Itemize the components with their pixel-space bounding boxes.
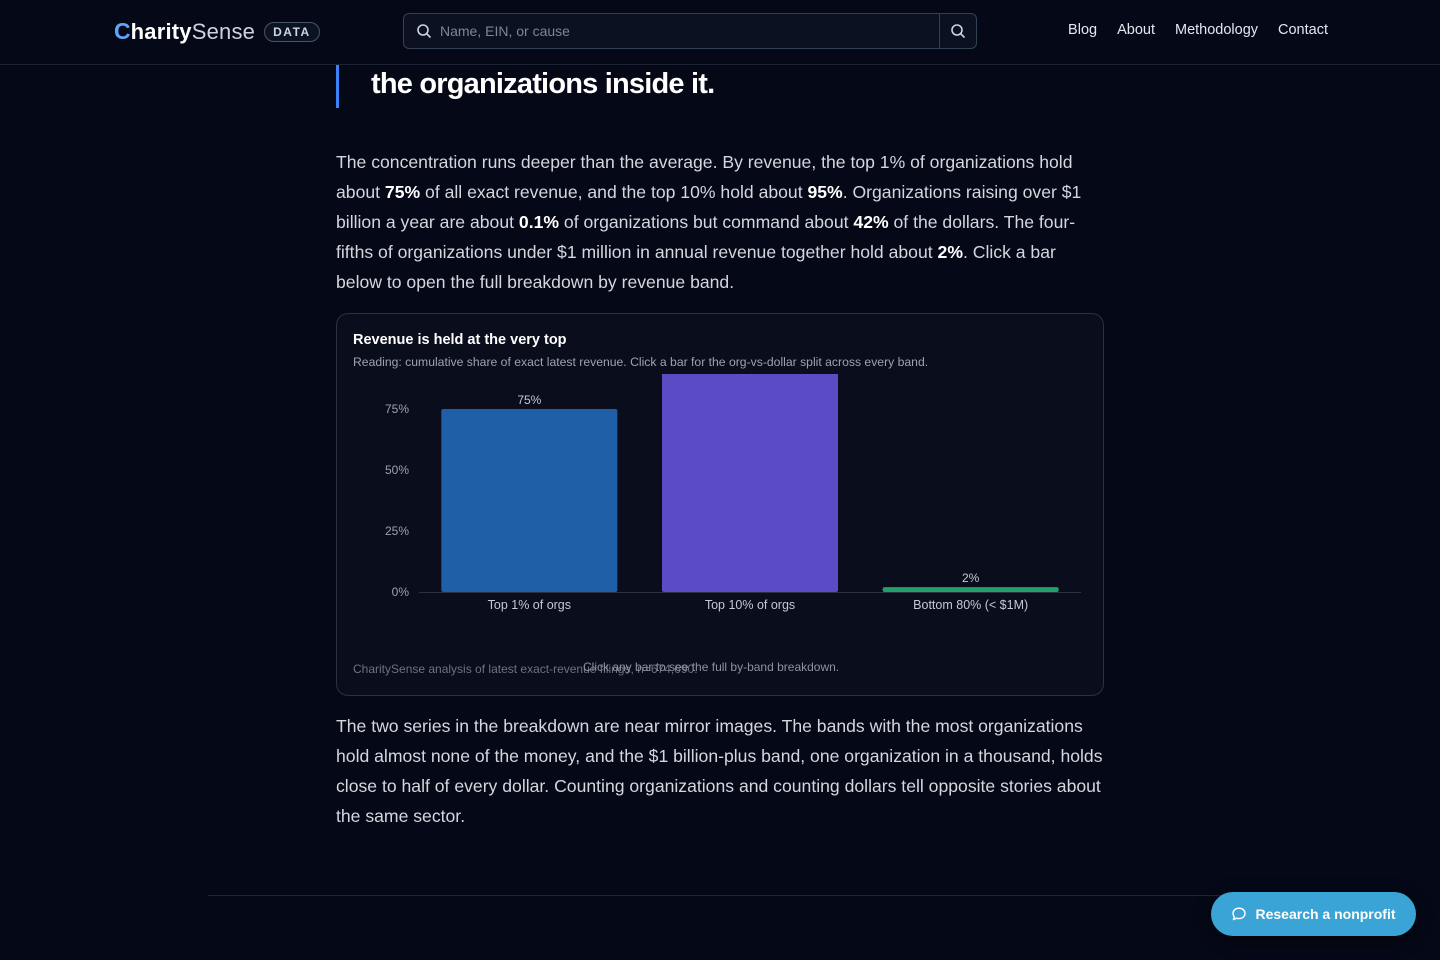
research-nonprofit-label: Research a nonprofit: [1255, 906, 1396, 922]
x-category-label: Top 1% of orgs: [488, 598, 571, 612]
search-submit-icon: [951, 24, 965, 38]
brand-name-bold: harity: [130, 18, 192, 44]
article-paragraph-concentration: The concentration runs deeper than the a…: [336, 147, 1106, 297]
nav-link-about[interactable]: About: [1117, 22, 1155, 38]
nav-link-blog[interactable]: Blog: [1068, 22, 1097, 38]
brand-wordmark: haritySense: [131, 19, 256, 45]
nav-link-methodology[interactable]: Methodology: [1175, 22, 1258, 38]
section-heading-quote: the organizations inside it.: [336, 64, 715, 108]
brand-logo[interactable]: C haritySense DATA: [114, 18, 320, 45]
search-button[interactable]: [939, 14, 976, 48]
highlight-stat: 42%: [853, 212, 889, 232]
highlight-stat: 75%: [384, 182, 421, 202]
article-paragraph-mirror: The two series in the breakdown are near…: [336, 716, 1103, 826]
y-tick-label: 75%: [385, 402, 409, 416]
y-tick-label: 50%: [385, 463, 409, 477]
chart-subtitle: Reading: cumulative share of exact lates…: [353, 355, 929, 369]
text-run: of organizations but command about: [559, 212, 854, 232]
highlight-stat: 0.1%: [518, 212, 560, 232]
y-tick-label: 25%: [385, 524, 409, 538]
bar-value-label: 75%: [517, 393, 541, 407]
highlight-stat: 95%: [807, 182, 843, 202]
top-navbar: C haritySense DATA Blog About Methodolog…: [0, 0, 1440, 65]
bar-2[interactable]: [662, 374, 838, 592]
chart-click-hint: Click any bar to see the full by-band br…: [583, 660, 840, 674]
data-badge: DATA: [264, 21, 320, 42]
bar-value-label: 2%: [962, 571, 980, 585]
chart-card: Revenue is held at the very top Reading:…: [336, 313, 1104, 696]
revenue-share-bar-chart: 0%25%50%75%100%75%Top 1% of orgs95%Top 1…: [385, 374, 1081, 612]
bar-1[interactable]: [441, 409, 618, 592]
x-category-label: Top 10% of orgs: [705, 598, 795, 612]
x-category-label: Bottom 80% (< $1M): [913, 598, 1028, 612]
search-bar: [403, 13, 977, 49]
brand-logo-mark: C: [114, 18, 131, 44]
main-nav: Blog About Methodology Contact: [1068, 22, 1328, 38]
footer-divider: [208, 895, 1232, 896]
section-heading: the organizations inside it.: [371, 68, 715, 100]
chart-title: Revenue is held at the very top: [353, 332, 567, 348]
chat-bubble-icon: [1232, 907, 1247, 921]
brand-name-light: Sense: [191, 18, 256, 44]
text-run: of all exact revenue, and the top 10% ho…: [420, 182, 808, 202]
y-tick-label: 0%: [392, 585, 410, 599]
search-input[interactable]: [432, 13, 939, 49]
highlight-stat: 2%: [937, 242, 963, 262]
research-nonprofit-button[interactable]: Research a nonprofit: [1211, 892, 1416, 936]
nav-link-contact[interactable]: Contact: [1278, 22, 1328, 38]
bar-3[interactable]: [882, 587, 1059, 592]
search-icon: [417, 24, 431, 38]
